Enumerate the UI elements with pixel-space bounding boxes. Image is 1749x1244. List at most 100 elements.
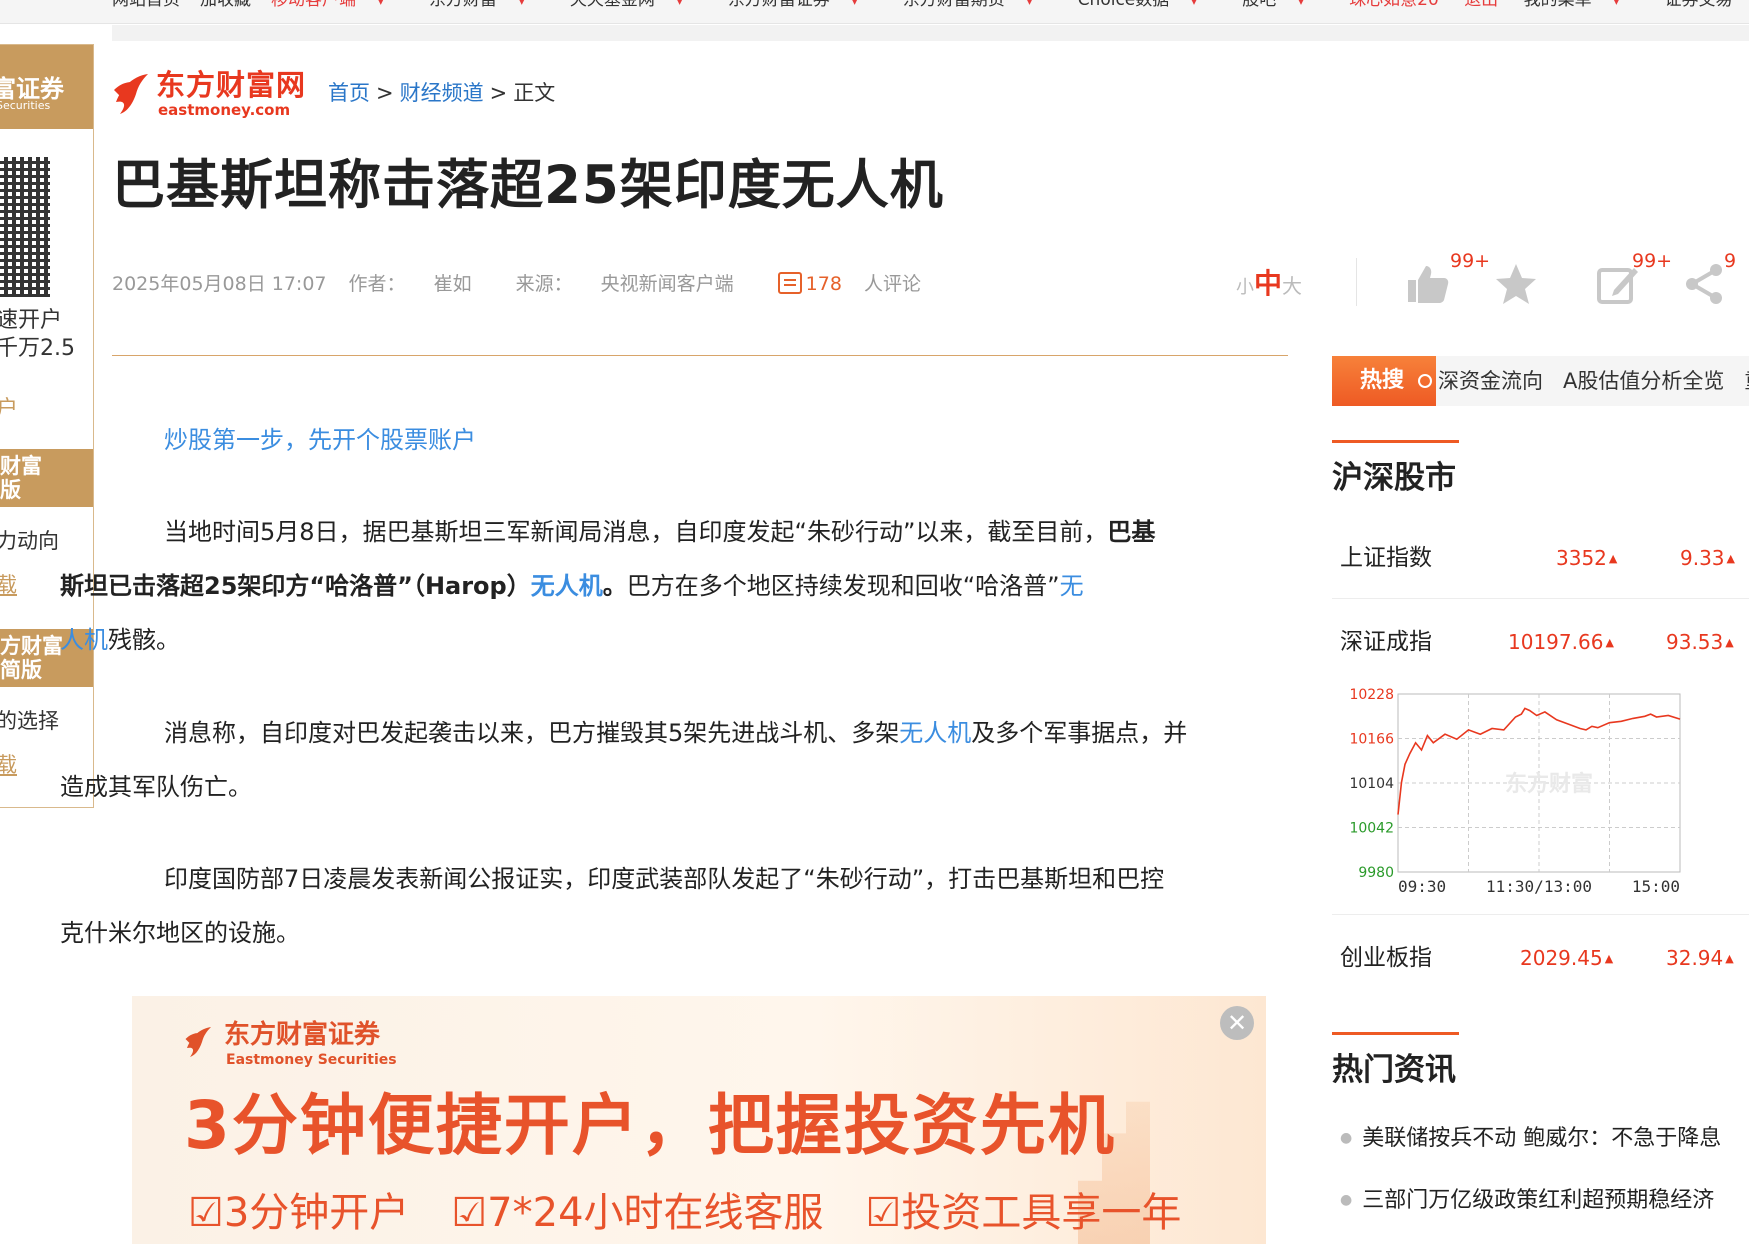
site-logo[interactable]: 东方财富网 eastmoney.com	[112, 70, 305, 119]
divider	[1356, 258, 1357, 306]
comment-count-badge: 99+	[1632, 250, 1673, 272]
comment-icon	[777, 272, 802, 294]
nav-futures[interactable]: 东方财富期货 ▾	[903, 0, 1053, 10]
index-name: 深证成指	[1340, 629, 1432, 655]
nav-choice[interactable]: Choice数据 ▾	[1078, 0, 1217, 10]
keyword-link[interactable]: 无	[1060, 572, 1084, 600]
banner-features: ☑3分钟开户 ☑7*24小时在线客服 ☑投资工具享一年	[188, 1188, 1223, 1238]
nav-my-menu[interactable]: 我的菜单 ▾	[1524, 0, 1640, 10]
ad-band: 财富 版	[0, 449, 93, 507]
ad-download[interactable]: 载	[0, 569, 17, 599]
keyword-link[interactable]: 无人机	[531, 572, 603, 600]
banner-feature: ☑投资工具享一年	[865, 1190, 1182, 1236]
article-source: 来源： 央视新闻客户端	[515, 273, 734, 295]
hot-search-item[interactable]: 深资金流向	[1438, 369, 1543, 393]
index-name: 上证指数	[1340, 545, 1432, 571]
logo-text-en: eastmoney.com	[158, 101, 291, 119]
article-date: 2025年05月08日 17:07	[112, 273, 327, 295]
market-section-title[interactable]: 沪深股市	[1332, 458, 1456, 498]
divider	[1332, 598, 1749, 599]
ad-header: 富证券 Securities	[0, 45, 93, 129]
index-row-sz[interactable]: 深证成指 10197.66 ▲ 93.53 ▲	[1340, 622, 1749, 662]
news-item[interactable]: ● 三部门万亿级政策红利超预期稳经济	[1340, 1182, 1714, 1219]
index-row-cy[interactable]: 创业板指 2029.45 ▲ 32.94 ▲	[1340, 938, 1749, 978]
font-medium-button[interactable]: 中	[1254, 267, 1282, 300]
ad-line: 速开户 千万2.5	[0, 308, 75, 361]
top-nav-bar: 网站首页 加收藏 移动客户端 ▾ 东方财富 ▾ 天天基金网 ▾ 东方财富证券 ▾ 东方财富期…	[0, 0, 1749, 24]
radio-dot-icon	[1418, 374, 1432, 388]
banner-headline: 3分钟便捷开户，把握投资先机	[184, 1087, 1116, 1164]
logo-mark-icon	[185, 1027, 211, 1057]
breadcrumb-home[interactable]: 首页	[328, 81, 370, 105]
close-icon[interactable]: ✕	[1220, 1006, 1254, 1040]
font-small-button[interactable]: 小	[1236, 277, 1254, 298]
open-account-link[interactable]: 炒股第一步，先开个股票账户	[164, 424, 476, 456]
index-name: 创业板指	[1340, 945, 1432, 971]
article-author: 作者： 崔如	[348, 273, 472, 295]
index-value: 3352 ▲	[1556, 546, 1618, 570]
banner-logo-text-en: Eastmoney Securities	[226, 1052, 397, 1068]
nav-fund[interactable]: 天天基金网 ▾	[570, 0, 703, 10]
index-change: 93.53 ▲	[1666, 630, 1734, 654]
breadcrumb: 首页 > 财经频道 > 正文	[328, 80, 555, 106]
logo-mark-icon	[114, 74, 148, 114]
chart-y-tick: 10228	[1349, 687, 1394, 703]
bullet-icon: ●	[1340, 1192, 1353, 1208]
article-meta: 2025年05月08日 17:07 作者： 崔如 来源： 央视新闻客户端 178 人评论	[112, 272, 943, 296]
ad-download[interactable]: 载	[0, 749, 17, 779]
breadcrumb-current: 正文	[513, 81, 556, 105]
hot-search-items: 深资金流向 A股估值分析全览重	[1438, 356, 1749, 406]
like-count: 99+	[1450, 250, 1491, 272]
hot-search-bar: 热搜 深资金流向A股估值分析全览重	[1332, 356, 1749, 406]
title-divider	[112, 355, 1288, 356]
nav-user[interactable]: 珠心如意20	[1349, 0, 1439, 10]
comment-unit: 人评论	[863, 273, 921, 295]
article-paragraph: 消息称，自印度对巴发起袭击以来，巴方摧毁其5架先进战斗机、多架无人机及多个军事据…	[60, 719, 1188, 801]
left-floating-ad[interactable]: ✕ 富证券 Securities 速开户千万2.5 户 财富 版 力动向 载 方…	[0, 44, 94, 808]
index-value: 2029.45 ▲	[1520, 946, 1614, 970]
article-tools: 99+ 99+ 9	[1406, 250, 1749, 310]
account-banner-ad[interactable]: ✕ 东方财富证券 Eastmoney Securities 3分钟便捷开户，把握…	[132, 996, 1266, 1244]
ad-brand-en: Securities	[0, 99, 51, 112]
ad-link[interactable]: 的选择	[0, 705, 59, 735]
ad-cta[interactable]: 户	[0, 391, 18, 423]
hot-search-item[interactable]: A股估值分析全览	[1563, 369, 1724, 393]
news-item[interactable]: ● 美联储按兵不动 鲍威尔：不急于降息	[1340, 1120, 1721, 1157]
logo-text: 东方财富网	[156, 68, 307, 102]
star-icon	[1496, 264, 1536, 304]
chart-watermark: 东方财富	[1505, 771, 1593, 797]
sub-bar	[112, 25, 1749, 41]
chart-y-tick: 10042	[1349, 821, 1394, 837]
nav-logout[interactable]: 退出	[1464, 0, 1498, 10]
index-change: 32.94 ▲	[1666, 946, 1734, 970]
hot-search-item[interactable]: 重	[1744, 369, 1749, 393]
share-count: 9	[1724, 250, 1737, 272]
font-large-button[interactable]: 大	[1282, 274, 1302, 298]
article-paragraph: 印度国防部7日凌晨发表新闻公报证实，印度武装部队发起了“朱砂行动”，打击巴基斯坦…	[60, 865, 1165, 947]
nav-guba[interactable]: 股吧 ▾	[1242, 0, 1324, 10]
ad-link[interactable]: 力动向	[0, 525, 59, 555]
nav-eastmoney[interactable]: 东方财富 ▾	[429, 0, 545, 10]
keyword-link[interactable]: 无人机	[899, 719, 971, 747]
index-change: 9.33 ▲	[1680, 546, 1735, 570]
nav-favorite[interactable]: 加收藏	[200, 0, 251, 10]
index-value: 10197.66 ▲	[1508, 630, 1614, 654]
nav-home[interactable]: 网站首页	[112, 0, 180, 10]
keyword-link[interactable]: 人机	[60, 626, 108, 654]
nav-trade[interactable]: 证券交易▾	[1665, 0, 1749, 10]
chart-x-tick: 11:30/13:00	[1486, 877, 1592, 896]
breadcrumb-sep: >	[489, 81, 508, 105]
nav-mobile[interactable]: 移动客户端 ▾	[271, 0, 404, 10]
comment-link[interactable]: 178 人评论	[777, 272, 943, 295]
index-row-sh[interactable]: 上证指数 3352 ▲ 9.33 ▲	[1340, 538, 1749, 578]
breadcrumb-channel[interactable]: 财经频道	[400, 81, 484, 105]
nav-securities[interactable]: 东方财富证券 ▾	[728, 0, 878, 10]
intraday-chart[interactable]: 10228 10166 10104 10042 9980 东方财富 09:30 11:30/1…	[1340, 676, 1720, 912]
news-section-title[interactable]: 热门资讯	[1332, 1050, 1456, 1090]
section-accent	[1332, 440, 1459, 443]
top-nav-items: 网站首页 加收藏 移动客户端 ▾ 东方财富 ▾ 天天基金网 ▾ 东方财富证券 ▾ 东方财富期…	[112, 0, 1749, 14]
font-size-switch: 小中大	[1236, 264, 1302, 308]
chart-x-tick: 15:00	[1632, 877, 1680, 896]
page-title: 巴基斯坦称击落超25架印度无人机	[112, 155, 944, 216]
article-paragraph: 当地时间5月8日，据巴基斯坦三军新闻局消息，自印度发起“朱砂行动”以来，截至目前…	[60, 518, 1156, 654]
